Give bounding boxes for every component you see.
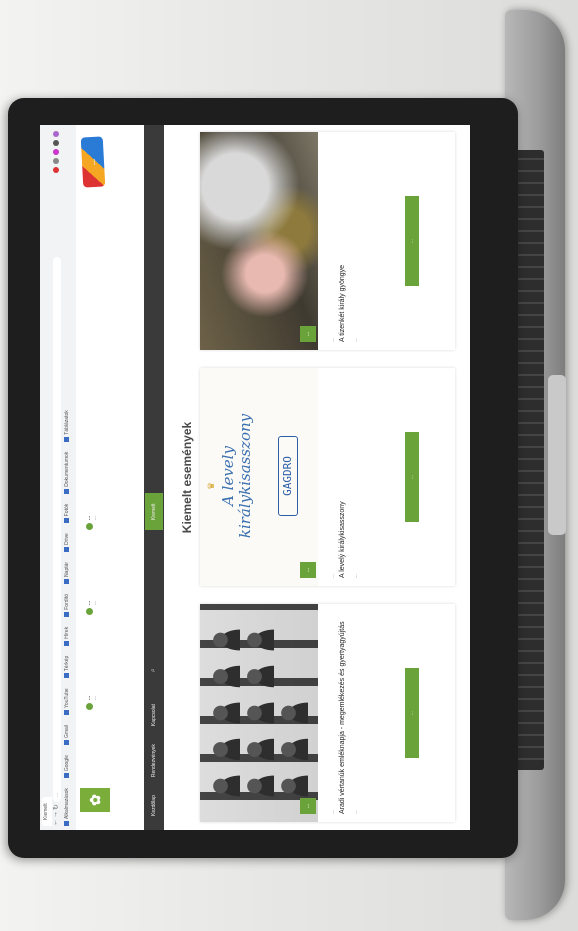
partner-logo[interactable]: ... xyxy=(80,136,106,188)
nav-item-events[interactable]: Rendezvények xyxy=(151,744,157,777)
laptop-touchpad xyxy=(548,375,566,535)
bookmark-item[interactable]: Gmail xyxy=(64,725,70,745)
profile-avatar[interactable] xyxy=(53,131,59,137)
location-icon xyxy=(86,703,93,710)
web-page: Kiemelt ← → ↻ ... Alkalmazások Google Gm… xyxy=(40,125,470,830)
date-badge: ... xyxy=(300,326,316,342)
contact-line: ... xyxy=(92,516,97,520)
portrait xyxy=(244,696,274,730)
bookmark-item[interactable]: Hírek xyxy=(64,627,70,646)
poster-stamp: GAGDRO xyxy=(278,436,298,516)
event-image: ♛ A levely királykisasszony GAGDRO ... xyxy=(200,368,318,586)
card-title[interactable]: A levelý királykisasszony xyxy=(338,378,347,578)
phone-icon xyxy=(86,608,93,615)
bookmark-item[interactable]: Táblázatok xyxy=(64,410,70,441)
date-badge: ... xyxy=(300,798,316,814)
bookmark-item[interactable]: Dokumentumok xyxy=(64,452,70,494)
portrait xyxy=(278,733,308,766)
crown-icon: ♛ xyxy=(206,481,216,490)
portrait xyxy=(244,660,274,693)
bookmark-item[interactable]: Fordító xyxy=(64,594,70,617)
portrait xyxy=(210,624,240,657)
extension-icons xyxy=(53,131,59,173)
reload-icon[interactable]: ↻ xyxy=(52,804,60,810)
card-body: ... A levelý királykisasszony ... xyxy=(330,378,359,578)
header-contact: ...... xyxy=(86,516,98,530)
contact-line: ... xyxy=(92,601,97,605)
portrait xyxy=(210,769,240,802)
bookmark-item[interactable]: Google xyxy=(64,755,70,778)
header-contact: ...... xyxy=(86,601,98,615)
card-more-button[interactable]: ... xyxy=(405,668,419,758)
forward-icon[interactable]: → xyxy=(52,811,59,818)
search-icon[interactable]: ⌕ xyxy=(150,668,158,672)
card-body: ... A tizenkét király gyöngye ... xyxy=(330,142,359,342)
portrait xyxy=(278,696,308,730)
back-icon[interactable]: ← xyxy=(52,819,59,826)
contact-line: ... xyxy=(92,696,97,700)
nav-item-featured[interactable]: Kiemelt xyxy=(145,493,163,531)
header-contact: ...... xyxy=(86,696,98,710)
site-header: ✿ ...... ...... ...... ... xyxy=(76,125,144,830)
date-badge: ... xyxy=(300,562,316,578)
event-card[interactable]: ... ... A tizenkét király gyöngye ... ..… xyxy=(200,132,455,350)
address-bar[interactable]: ... xyxy=(53,257,61,802)
card-date: ... xyxy=(330,810,335,814)
card-date: ... xyxy=(330,338,335,342)
site-logo[interactable]: ✿ xyxy=(80,788,110,812)
email-icon xyxy=(86,523,93,530)
bookmark-item[interactable]: Drive xyxy=(64,533,70,552)
event-card[interactable]: ... ... Aradi vértanúk emléknapja - mege… xyxy=(200,604,455,822)
laptop-screen: Kiemelt ← → ↻ ... Alkalmazások Google Gm… xyxy=(40,125,470,830)
bookmark-item[interactable]: Naptár xyxy=(64,562,70,584)
browser-toolbar: Kiemelt ← → ↻ ... Alkalmazások Google Gm… xyxy=(40,125,77,830)
portrait xyxy=(210,696,240,730)
event-cards: ... ... Aradi vértanúk emléknapja - mege… xyxy=(200,132,470,822)
portrait xyxy=(244,733,274,766)
bookmark-item[interactable]: Alkalmazások xyxy=(64,788,70,826)
tab-strip: Kiemelt xyxy=(42,797,52,826)
main-nav: Kezdőlap Rendezvények Kapcsolat ⌕ Kiemel… xyxy=(144,125,164,830)
bookmark-item[interactable]: Térkép xyxy=(64,656,70,679)
card-more-button[interactable]: ... xyxy=(405,196,419,286)
extension-icon[interactable] xyxy=(53,140,59,146)
bookmark-item[interactable]: YouTube xyxy=(64,688,70,715)
extension-icon[interactable] xyxy=(53,149,59,155)
portrait xyxy=(210,660,240,693)
card-more-button[interactable]: ... xyxy=(405,432,419,522)
extension-icon[interactable] xyxy=(53,158,59,164)
card-title[interactable]: A tizenkét király gyöngye xyxy=(338,142,347,342)
extension-icon[interactable] xyxy=(53,167,59,173)
portrait xyxy=(244,769,274,802)
card-body: ... Aradi vértanúk emléknapja - megemlék… xyxy=(330,614,359,814)
logo-icon: ✿ xyxy=(87,794,103,806)
event-image: ... xyxy=(200,132,318,350)
event-image: ... xyxy=(200,604,318,822)
nav-item-home[interactable]: Kezdőlap xyxy=(151,795,157,816)
section-title: Kiemelt események xyxy=(180,421,194,534)
bookmarks-bar: Alkalmazások Google Gmail YouTube Térkép… xyxy=(64,410,70,826)
card-text: ... xyxy=(353,338,358,342)
nav-item-contact[interactable]: Kapcsolat xyxy=(151,704,157,726)
card-text: ... xyxy=(353,810,358,814)
event-card[interactable]: ♛ A levely királykisasszony GAGDRO ... .… xyxy=(200,368,455,586)
bookmark-item[interactable]: Fotók xyxy=(64,504,70,524)
portrait xyxy=(210,733,240,766)
card-text: ... xyxy=(353,574,358,578)
portrait xyxy=(244,624,274,657)
browser-tab[interactable]: Kiemelt xyxy=(42,797,52,826)
poster-title: A levely királykisasszony xyxy=(219,413,254,539)
card-title[interactable]: Aradi vértanúk emléknapja - megemlékezés… xyxy=(338,614,347,814)
card-date: ... xyxy=(330,574,335,578)
portrait-grid xyxy=(210,624,308,802)
